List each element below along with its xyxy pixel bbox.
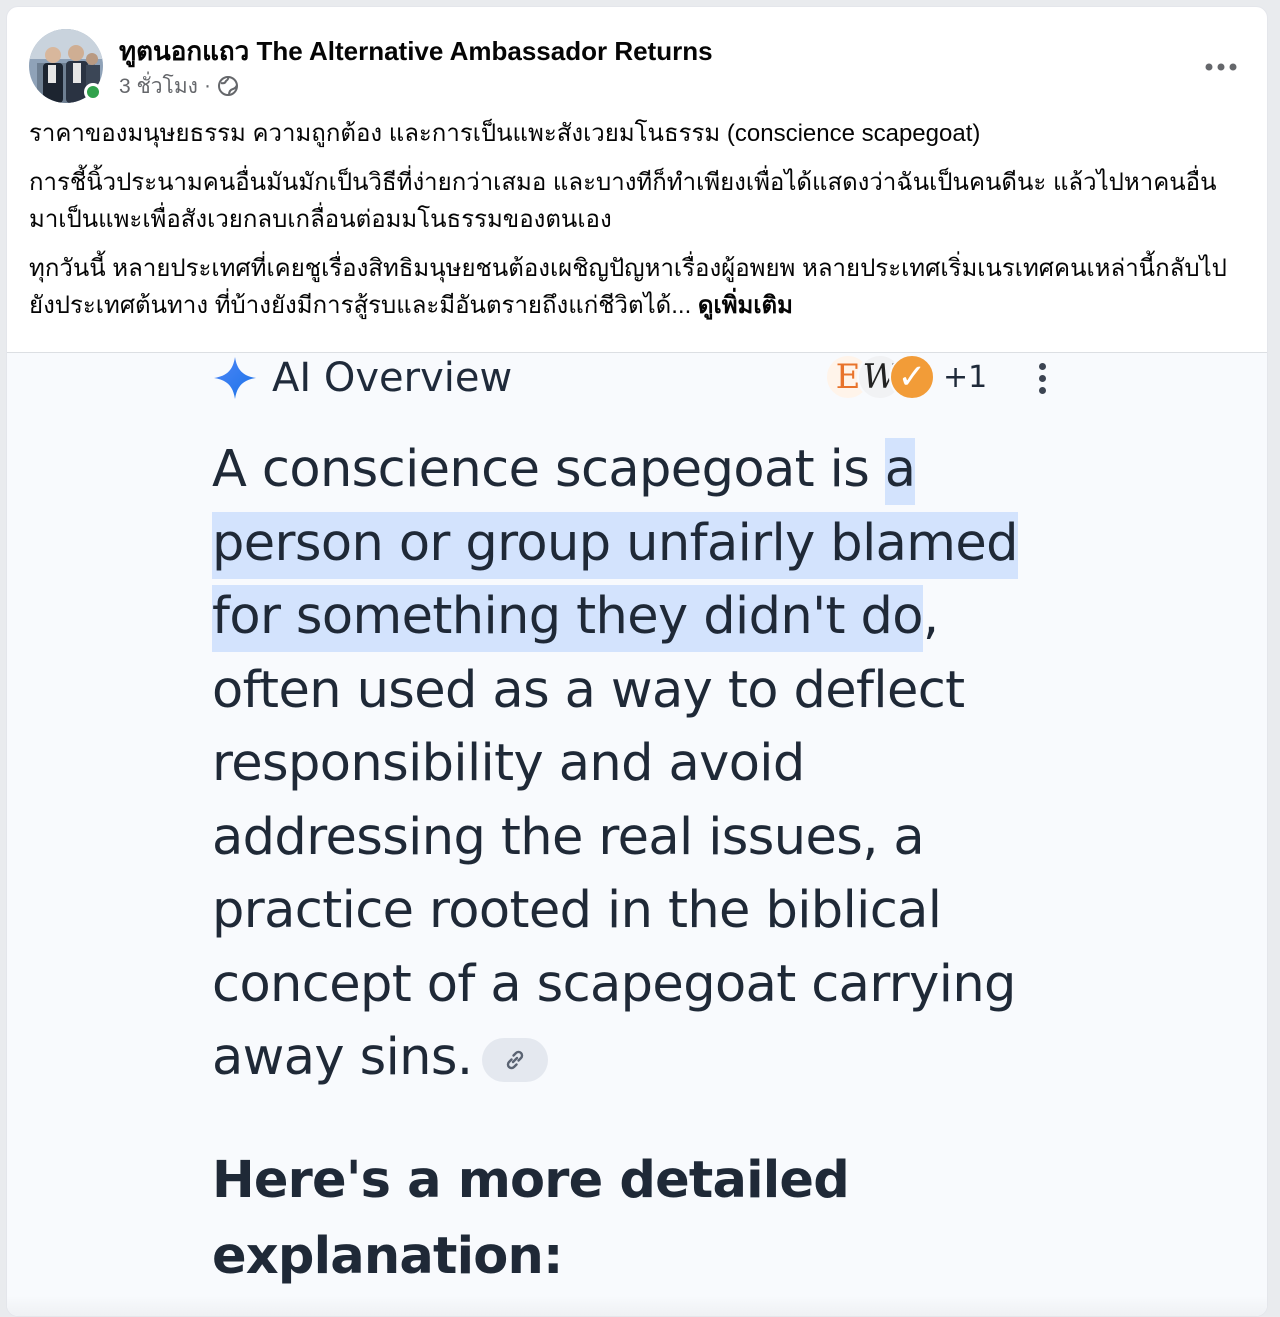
ai-text-rest: , often used as a way to deflect respons… (212, 587, 1016, 1087)
source-badge-check[interactable]: ✓ (889, 354, 935, 400)
ai-overview-title: AI Overview (272, 355, 513, 401)
post-header: ทูตนอกแถว The Alternative Ambassador Ret… (7, 7, 1267, 107)
extra-sources-count[interactable]: +1 (943, 360, 987, 395)
post-card: ทูตนอกแถว The Alternative Ambassador Ret… (6, 6, 1268, 1317)
ai-overview-subheading: Here's a more detailed explanation: (212, 1151, 850, 1286)
more-horizontal-icon (1205, 63, 1237, 71)
sparkle-icon (214, 357, 256, 399)
see-more-link[interactable]: ดูเพิ่มเติม (698, 292, 793, 319)
globe-icon[interactable] (217, 75, 239, 97)
post-paragraph: การชี้นิ้วประนามคนอื่นมันมักเป็นวิธีที่ง… (29, 169, 1217, 233)
ai-overview-header: AI Overview (212, 353, 512, 403)
post-paragraph-text: ทุกวันนี้ หลายประเทศที่เคยชูเรื่องสิทธิม… (29, 255, 1227, 319)
post-timestamp[interactable]: 3 ชั่วโมง (119, 70, 198, 103)
source-badges[interactable]: E W ✓ +1 (825, 353, 987, 401)
post-paragraph: ราคาของมนุษยธรรม ความถูกต้อง และการเป็นแ… (29, 120, 981, 147)
attached-screenshot[interactable]: AI Overview E W ✓ +1 A conscience scapeg… (7, 353, 1267, 1316)
facebook-page: ทูตนอกแถว The Alternative Ambassador Ret… (0, 0, 1280, 1317)
link-icon[interactable] (482, 1038, 549, 1082)
ai-text-lead: A conscience scapegoat is (212, 440, 885, 499)
post-meta: 3 ชั่วโมง · (119, 71, 239, 101)
screenshot-bottom-edge (7, 1296, 1267, 1316)
page-name-link[interactable]: ทูตนอกแถว The Alternative Ambassador Ret… (119, 31, 713, 72)
more-vertical-icon[interactable] (1029, 357, 1055, 399)
ai-overview-text: A conscience scapegoat is a person or gr… (212, 433, 1072, 1095)
post-paragraph: ทุกวันนี้ หลายประเทศที่เคยชูเรื่องสิทธิม… (29, 250, 1244, 324)
more-options-button[interactable] (1201, 47, 1241, 87)
meta-separator: · (203, 74, 211, 97)
online-status-indicator (84, 83, 102, 101)
post-text: ราคาของมนุษยธรรม ความถูกต้อง และการเป็นแ… (29, 115, 1244, 336)
